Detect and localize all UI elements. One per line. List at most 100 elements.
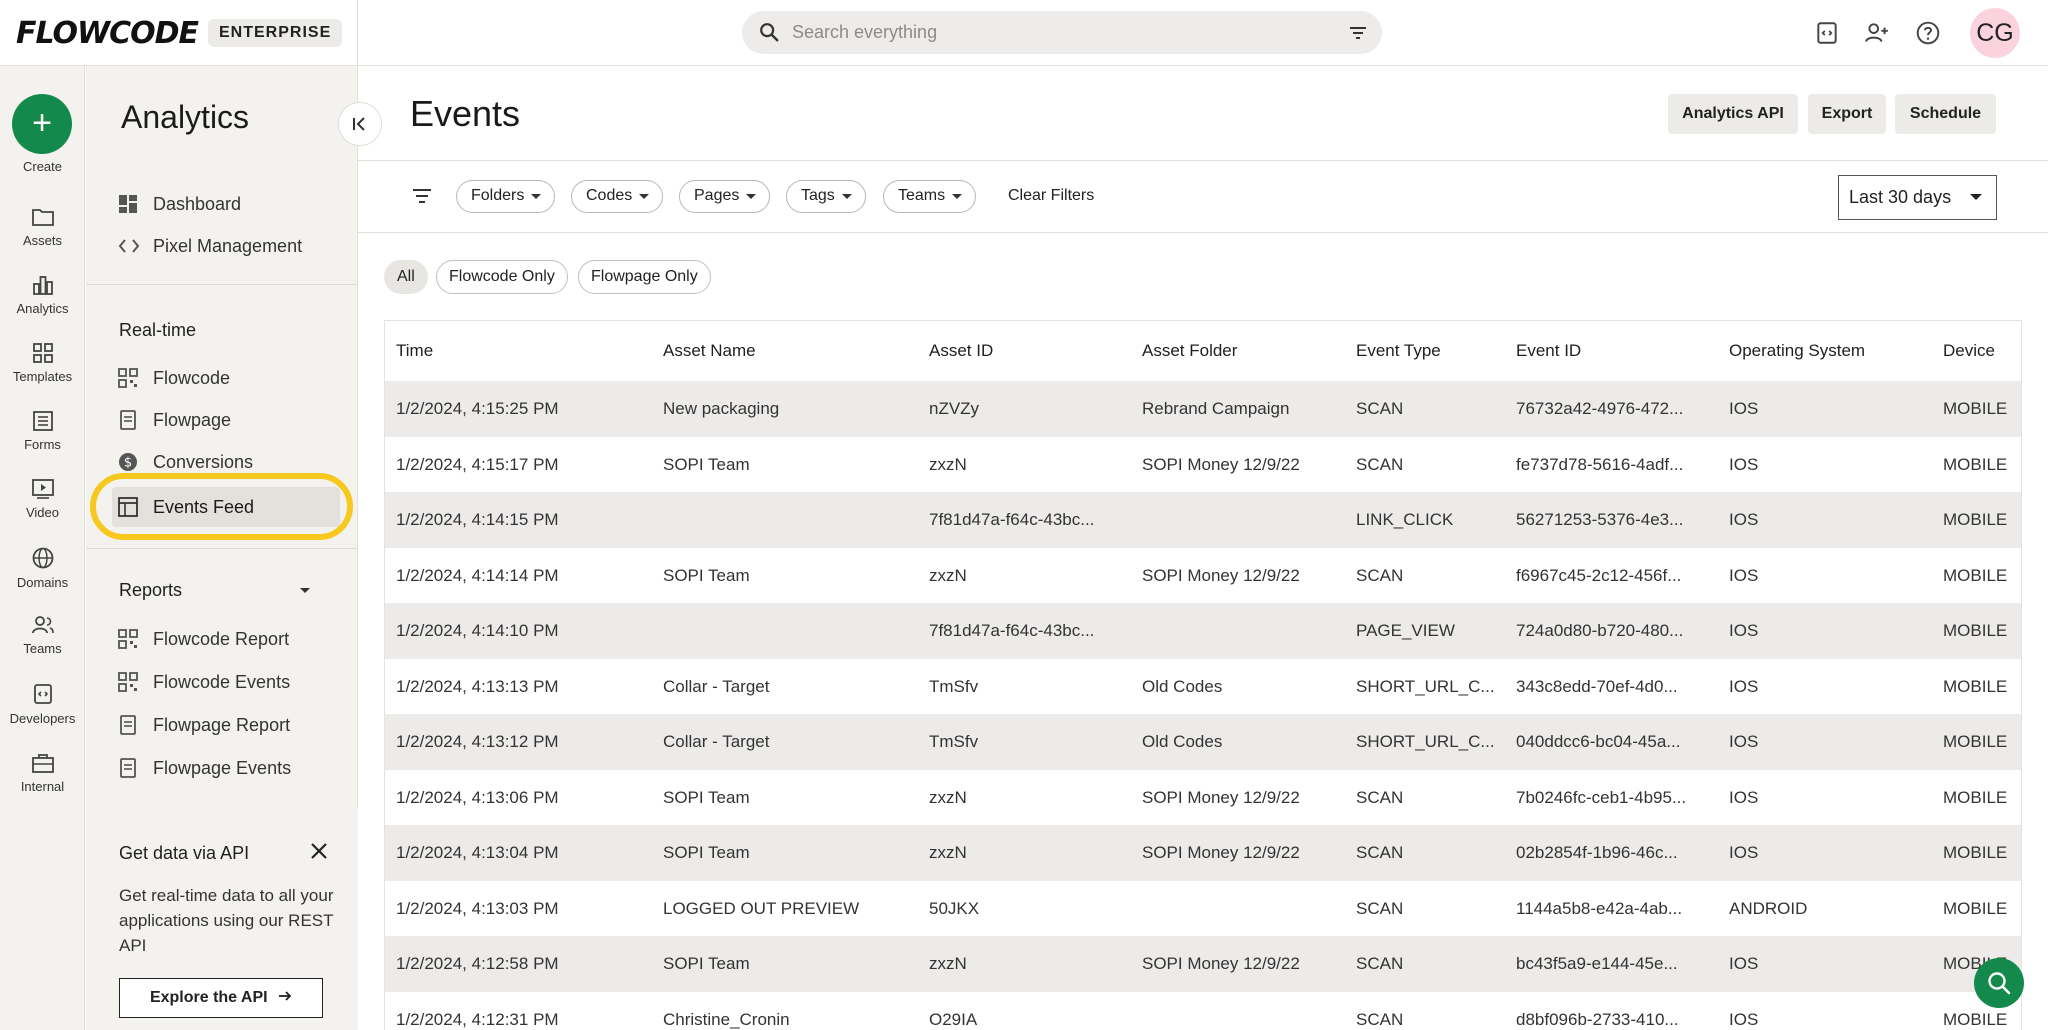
cell-time: 1/2/2024, 4:12:58 PM xyxy=(396,954,559,973)
table-row[interactable]: 1/2/2024, 4:14:14 PM SOPI Team zxzN SOPI Mo… xyxy=(385,548,2021,604)
table-row[interactable]: 1/2/2024, 4:15:25 PM New packaging nZVZy Re… xyxy=(385,381,2021,437)
close-icon[interactable] xyxy=(310,842,328,860)
create-button[interactable]: + xyxy=(12,94,72,154)
segment-flowpage-only[interactable]: Flowpage Only xyxy=(578,260,711,294)
explore-api-button[interactable]: Explore the API xyxy=(119,978,323,1018)
code-icon xyxy=(118,239,140,253)
table-row[interactable]: 1/2/2024, 4:14:10 PM 7f81d47a-f64c-43bc..… xyxy=(385,603,2021,659)
rail-item-developers[interactable]: Developers xyxy=(0,682,85,726)
sidebar-item-flowcode[interactable]: Flowcode xyxy=(118,362,338,394)
api-promo-text: Get real-time data to all your applicati… xyxy=(119,886,334,955)
date-range-select[interactable]: Last 30 days xyxy=(1838,175,1997,220)
section-heading-reports[interactable]: Reports xyxy=(119,580,329,601)
table-row[interactable]: 1/2/2024, 4:14:15 PM 7f81d47a-f64c-43bc..… xyxy=(385,492,2021,548)
column-header-operating-system[interactable]: Operating System xyxy=(1729,321,1865,381)
qr-code-icon xyxy=(118,672,138,692)
cell-event-id: f6967c45-2c12-456f... xyxy=(1516,565,1682,585)
table-row[interactable]: 1/2/2024, 4:12:31 PM Christine_Cronin O29I… xyxy=(385,992,2021,1030)
table-row[interactable]: 1/2/2024, 4:13:06 PM SOPI Team zxzN SOPI Mo… xyxy=(385,770,2021,826)
cell-asset-name: New packaging xyxy=(663,399,780,418)
cell-operating-system: IOS xyxy=(1729,732,1759,751)
cell-event-id: 040ddcc6-bc04-45a... xyxy=(1516,732,1681,751)
filter-tags[interactable]: Tags xyxy=(786,180,866,213)
clear-filters-button[interactable]: Clear Filters xyxy=(1008,187,1094,205)
dashboard-icon xyxy=(119,195,137,213)
sidebar-item-flowpage[interactable]: Flowpage xyxy=(118,404,338,436)
filter-teams[interactable]: Teams xyxy=(883,180,977,213)
export-button[interactable]: Export xyxy=(1808,94,1886,134)
rail-item-internal[interactable]: Internal xyxy=(0,752,85,794)
filter-icon[interactable] xyxy=(412,186,432,206)
developer-icon xyxy=(33,684,52,704)
enterprise-badge: ENTERPRISE xyxy=(208,19,343,47)
cell-event-id: 1144a5b8-e42a-4ab... xyxy=(1516,898,1683,918)
sidebar-item-label: Events Feed xyxy=(153,497,255,517)
rail-item-label: Analytics xyxy=(16,301,69,316)
sidebar-item-events-feed[interactable]: Events Feed xyxy=(118,491,338,523)
column-header-asset-folder[interactable]: Asset Folder xyxy=(1142,321,1237,381)
filter-codes[interactable]: Codes xyxy=(571,180,664,213)
sidebar-item-dashboard[interactable]: Dashboard xyxy=(118,188,338,220)
column-header-event-type[interactable]: Event Type xyxy=(1356,321,1441,381)
rail-item-forms[interactable]: Forms xyxy=(0,410,85,452)
help-icon[interactable] xyxy=(1915,20,1941,46)
sidebar-title: Analytics xyxy=(121,99,250,135)
table-row[interactable]: 1/2/2024, 4:13:12 PM Collar - Target TmSfv… xyxy=(385,714,2021,770)
briefcase-icon xyxy=(31,754,54,773)
column-header-event-id[interactable]: Event ID xyxy=(1516,321,1581,381)
cell-device: MOBILE xyxy=(1943,399,2008,418)
avatar[interactable]: CG xyxy=(1970,8,2020,58)
sidebar-item-flowcode-events[interactable]: Flowcode Events xyxy=(118,666,338,698)
rail-label-create[interactable]: Create xyxy=(0,159,85,174)
filter-icon[interactable] xyxy=(1348,23,1368,43)
cell-asset-folder: Rebrand Campaign xyxy=(1142,399,1290,418)
cell-time: 1/2/2024, 4:14:15 PM xyxy=(396,510,559,529)
filter-folders[interactable]: Folders xyxy=(456,180,556,213)
cell-device: MOBILE xyxy=(1943,898,2008,918)
chat-button[interactable] xyxy=(1974,958,2024,1008)
rail-item-domains[interactable]: Domains xyxy=(0,546,85,590)
analytics-api-button[interactable]: Analytics API xyxy=(1668,94,1798,134)
rail-item-assets[interactable]: Assets xyxy=(0,206,85,248)
cell-asset-id: 7f81d47a-f64c-43bc... xyxy=(929,621,1095,640)
schedule-button[interactable]: Schedule xyxy=(1895,94,1996,134)
column-header-asset-id[interactable]: Asset ID xyxy=(929,321,993,381)
rail-item-teams[interactable]: Teams xyxy=(0,614,85,656)
search-input[interactable] xyxy=(792,11,1312,54)
cell-device: MOBILE xyxy=(1943,732,2008,751)
column-header-asset-name[interactable]: Asset Name xyxy=(663,321,756,381)
flowcode-logo[interactable]: FLOWCODE xyxy=(16,16,199,51)
sidebar-item-flowpage-report[interactable]: Flowpage Report xyxy=(118,709,338,741)
table-row[interactable]: 1/2/2024, 4:12:58 PM SOPI Team zxzN SOPI Mo… xyxy=(385,936,2021,992)
rail-item-templates[interactable]: Templates xyxy=(0,342,85,384)
sidebar-item-pixel-management[interactable]: Pixel Management xyxy=(118,230,338,262)
table-row[interactable]: 1/2/2024, 4:13:03 PM LOGGED OUT PREVIEW 50… xyxy=(385,881,2021,937)
folder-icon xyxy=(31,209,54,226)
cell-asset-id: 7f81d47a-f64c-43bc... xyxy=(929,510,1095,529)
cell-asset-folder xyxy=(1142,992,1347,1030)
segment-flowcode-only[interactable]: Flowcode Only xyxy=(436,260,568,294)
column-header-time[interactable]: Time xyxy=(396,321,433,381)
search-bar[interactable] xyxy=(742,11,1382,54)
segment-all[interactable]: All xyxy=(384,260,428,294)
developer-icon[interactable] xyxy=(1814,20,1840,46)
table-row[interactable]: 1/2/2024, 4:13:04 PM SOPI Team zxzN SOPI Mo… xyxy=(385,825,2021,881)
cell-asset-folder: SOPI Money 12/9/22 xyxy=(1142,454,1300,474)
rail-item-analytics[interactable]: Analytics xyxy=(0,274,85,316)
page-icon xyxy=(120,410,136,430)
cell-event-id: fe737d78-5616-4adf... xyxy=(1516,454,1684,474)
table-row[interactable]: 1/2/2024, 4:15:17 PM SOPI Team zxzN SOPI Mo… xyxy=(385,437,2021,493)
add-user-icon[interactable] xyxy=(1864,20,1890,46)
rail-item-video[interactable]: Video xyxy=(0,478,85,520)
sidebar-item-label: Dashboard xyxy=(153,194,242,214)
api-promo-card: Get data via API Get real-time data to a… xyxy=(86,808,358,1030)
svg-text:$: $ xyxy=(124,456,132,471)
collapse-sidebar-button[interactable] xyxy=(338,102,382,146)
sidebar-item-label: Pixel Management xyxy=(153,236,303,256)
table-row[interactable]: 1/2/2024, 4:13:13 PM Collar - Target TmSfv… xyxy=(385,659,2021,715)
cell-asset-name: SOPI Team xyxy=(663,954,750,973)
filter-pages[interactable]: Pages xyxy=(679,180,771,213)
sidebar-item-flowpage-events[interactable]: Flowpage Events xyxy=(118,752,338,784)
column-header-device[interactable]: Device xyxy=(1943,321,1995,381)
sidebar-item-flowcode-report[interactable]: Flowcode Report xyxy=(118,623,338,655)
